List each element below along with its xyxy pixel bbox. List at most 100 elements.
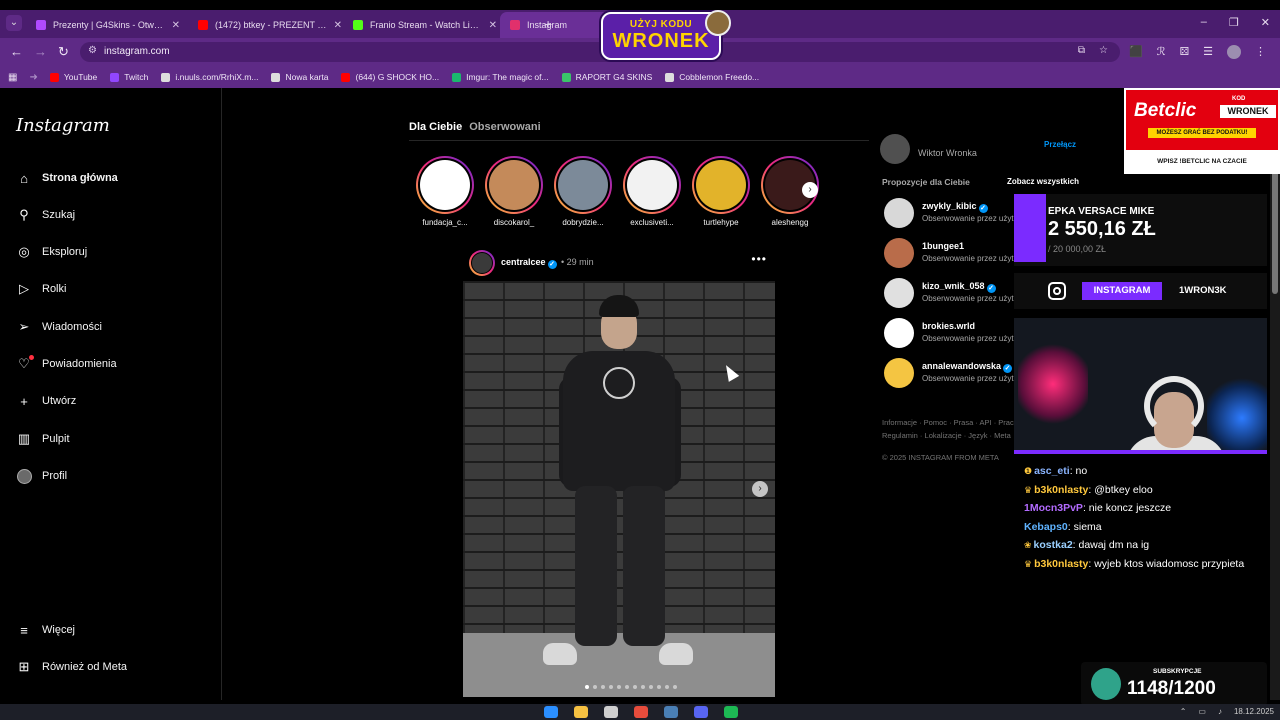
nav-dashboard[interactable]: ▥ Pulpit xyxy=(16,427,70,451)
story-username: fundacja_c... xyxy=(422,218,468,227)
scrollbar-thumb[interactable] xyxy=(1272,170,1278,294)
footer-links[interactable]: Informacje · Pomoc · Prasa · API · Praca… xyxy=(882,416,1022,442)
tray-chevron-icon[interactable]: ⌃ xyxy=(1180,707,1187,716)
tab-for-you[interactable]: Dla Ciebie xyxy=(409,121,462,133)
install-app-icon[interactable]: ⧉ xyxy=(1078,45,1085,56)
bookmark-label: Nowa karta xyxy=(285,72,329,82)
instagram-logo[interactable]: Instagram xyxy=(16,115,110,136)
apps-grid-icon[interactable]: ▦ xyxy=(8,72,17,83)
browser-tab[interactable]: Prezenty | G4Skins - Otwieraj sk ✕ xyxy=(26,12,188,38)
nav-meta[interactable]: ⊞ Również od Meta xyxy=(16,655,127,679)
stories-next-icon[interactable]: › xyxy=(802,182,818,198)
switch-account-link[interactable]: Przełącz xyxy=(1044,140,1076,149)
nav-plus[interactable]: + Utwórz xyxy=(16,389,76,413)
bookmark-item[interactable]: Cobblemon Freedo... xyxy=(665,72,759,82)
app-icon[interactable] xyxy=(604,706,618,718)
suggestion-row: brokies.wrld Obserwowanie przez użytk xyxy=(884,318,1024,350)
nav-search[interactable]: ⚲ Szukaj xyxy=(16,203,75,227)
nav-reels[interactable]: ▷ Rolki xyxy=(16,277,66,301)
tab-close-icon[interactable]: ✕ xyxy=(172,20,180,31)
tab-search-button[interactable]: ⌄ xyxy=(6,15,22,31)
suggestion-avatar[interactable] xyxy=(884,198,914,228)
browser-tab[interactable]: Franio Stream - Watch Live on K ✕ xyxy=(343,12,505,38)
bookmark-item[interactable]: (644) G SHOCK HO... xyxy=(341,72,439,82)
extensions-puzzle-icon[interactable]: ⚄ xyxy=(1180,45,1190,59)
tab-favicon-icon xyxy=(36,20,46,30)
headphones-icon xyxy=(1144,376,1204,436)
post-options-icon[interactable]: ••• xyxy=(751,252,767,266)
file-explorer-icon[interactable] xyxy=(574,706,588,718)
site-info-icon[interactable]: ⚙ xyxy=(88,45,97,56)
verified-badge-icon: ✓ xyxy=(547,260,557,269)
bookmark-item[interactable]: Twitch xyxy=(110,72,148,82)
tab-following[interactable]: Obserwowani xyxy=(469,121,541,133)
story-item[interactable]: dobrydzie... xyxy=(553,156,613,227)
bookmark-item[interactable]: i.nuuls.com/RrhiX.m... xyxy=(161,72,258,82)
story-item[interactable]: exclusiveti... xyxy=(622,156,682,227)
suggestion-row: kizo_wnik_058 ✓ Obserwowanie przez użytk xyxy=(884,278,1024,310)
suggestion-avatar[interactable] xyxy=(884,318,914,348)
post-image[interactable]: › xyxy=(463,281,775,697)
post-username[interactable]: centralcee ✓ xyxy=(501,257,557,269)
bookmark-item[interactable]: YouTube xyxy=(49,72,97,82)
nav-profile[interactable]: Profil xyxy=(16,464,67,488)
story-item[interactable]: fundacja_c... xyxy=(415,156,475,227)
suggestion-avatar[interactable] xyxy=(884,278,914,308)
reading-list-icon[interactable]: ☰ xyxy=(1203,45,1213,59)
tab-close-icon[interactable]: ✕ xyxy=(334,20,342,31)
story-ring-inner xyxy=(694,158,748,212)
nav-home[interactable]: ⌂ Strona główna xyxy=(16,166,118,190)
nav-heart[interactable]: ♡ Powiadomienia xyxy=(16,352,117,376)
bookmark-item[interactable]: Nowa karta xyxy=(271,72,328,82)
close-window-icon[interactable]: ✕ xyxy=(1261,16,1270,29)
suggestion-avatar[interactable] xyxy=(884,358,914,388)
kebab-menu-icon[interactable]: ⋮ xyxy=(1255,45,1266,59)
bookmark-item[interactable]: RAPORT G4 SKINS xyxy=(561,72,652,82)
discord-icon[interactable] xyxy=(694,706,708,718)
post-author-avatar[interactable] xyxy=(469,250,495,276)
suggestion-username[interactable]: 1bungee1 xyxy=(922,241,964,251)
suggestion-username[interactable]: annalewandowska ✓ xyxy=(922,361,1013,373)
tab-close-icon[interactable]: ✕ xyxy=(489,20,497,31)
suggestion-avatar[interactable] xyxy=(884,238,914,268)
suggestion-username[interactable]: kizo_wnik_058 ✓ xyxy=(922,281,996,293)
minimize-icon[interactable]: – xyxy=(1201,16,1207,29)
promo-line-2: WRONEK xyxy=(612,30,710,52)
back-icon[interactable]: ← xyxy=(10,44,23,59)
bookmark-item[interactable]: Imgur: The magic of... xyxy=(452,72,549,82)
suggestion-subtitle: Obserwowanie przez użytk xyxy=(922,254,1018,263)
story-item[interactable]: discokarol_ xyxy=(484,156,544,227)
profile-avatar-icon[interactable] xyxy=(1227,45,1241,59)
nav-more[interactable]: ≡ Więcej xyxy=(16,618,75,642)
nav-messages[interactable]: ➢ Wiadomości xyxy=(16,315,102,339)
current-user-avatar[interactable] xyxy=(880,134,910,164)
bookmark-star-icon[interactable]: ☆ xyxy=(1099,45,1108,56)
network-icon[interactable]: ▭ xyxy=(1198,707,1206,716)
reload-icon[interactable]: ↻ xyxy=(58,44,69,60)
translate-icon[interactable]: ℛ xyxy=(1157,45,1166,59)
forward-icon[interactable]: → xyxy=(34,44,47,59)
volume-icon[interactable]: ♪ xyxy=(1218,707,1222,716)
story-item[interactable]: turtlehype xyxy=(691,156,751,227)
carousel-next-icon[interactable]: › xyxy=(752,481,768,497)
suggestion-username[interactable]: brokies.wrld xyxy=(922,321,975,331)
home-icon: ⌂ xyxy=(20,170,28,186)
forward-bookmark-icon[interactable]: ➜ xyxy=(29,72,37,83)
page-scrollbar[interactable] xyxy=(1270,90,1280,700)
see-all-link[interactable]: Zobacz wszystkich xyxy=(1007,177,1079,186)
address-bar[interactable]: ⚙ instagram.com ⧉ ☆ xyxy=(80,42,1120,62)
nav-compass[interactable]: ◎ Eksploruj xyxy=(16,240,87,264)
nav-label: Powiadomienia xyxy=(42,358,117,370)
new-tab-button[interactable]: + xyxy=(544,16,552,32)
spotify-icon[interactable] xyxy=(724,706,738,718)
windows-start-icon[interactable] xyxy=(544,706,558,718)
steam-icon[interactable] xyxy=(664,706,678,718)
plus-icon: + xyxy=(20,393,28,409)
sidebar: Instagram ⌂ Strona główna ⚲ Szukaj ◎ Eksploru… xyxy=(0,88,222,700)
extension-icon[interactable]: ⬛ xyxy=(1129,45,1143,59)
maximize-icon[interactable]: ❐ xyxy=(1229,16,1239,29)
chrome-icon[interactable] xyxy=(634,706,648,718)
suggestion-username[interactable]: zwykly_kibic ✓ xyxy=(922,201,988,213)
clock-date[interactable]: 18.12.2025 xyxy=(1234,707,1274,716)
browser-tab[interactable]: (1472) btkey - PREZENT (Official ✕ xyxy=(188,12,350,38)
